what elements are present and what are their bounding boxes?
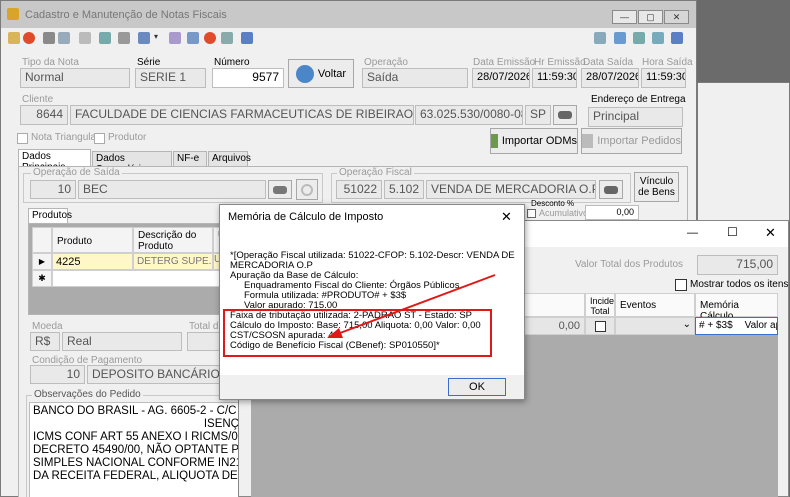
annotation-arrow (327, 274, 496, 338)
